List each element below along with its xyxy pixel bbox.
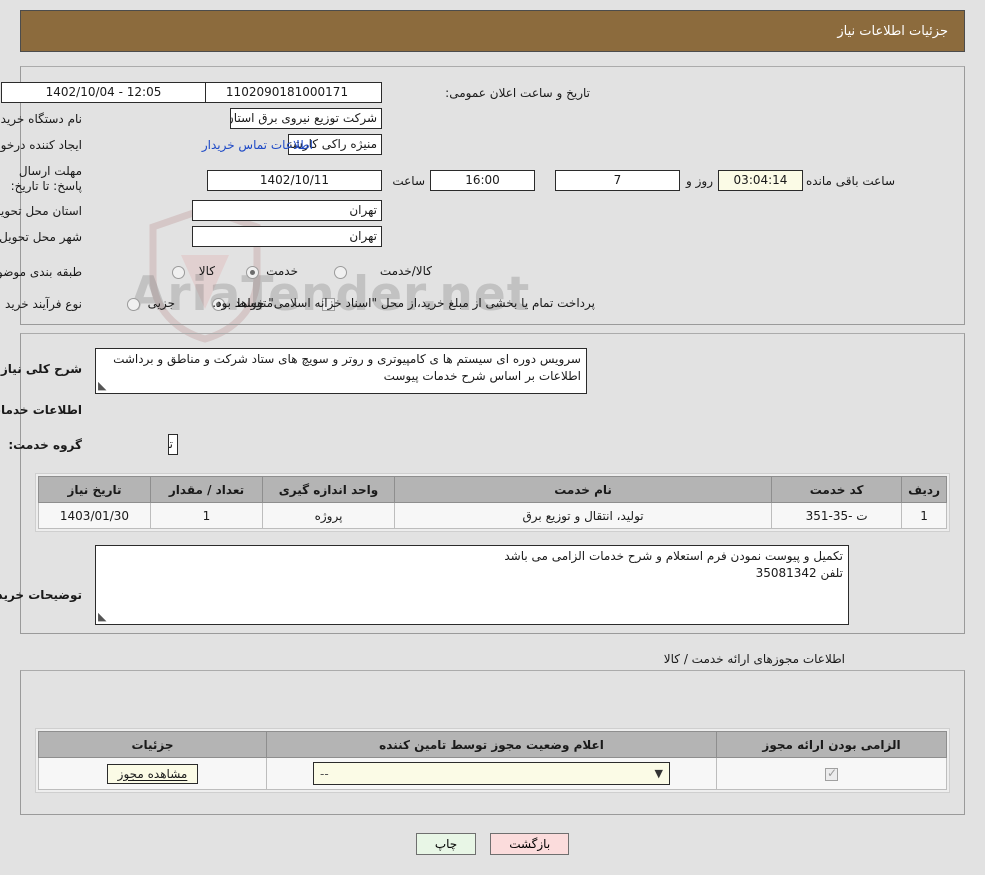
cell-need-date: 1403/01/30	[38, 502, 151, 529]
license-status-select[interactable]: ▼ --	[313, 762, 670, 785]
licenses-section-title: اطلاعات مجوزهای ارائه خدمت / کالا	[663, 652, 845, 666]
licenses-table-wrap: الزامی بودن ارائه مجوز اعلام وضعیت مجوز …	[35, 728, 950, 793]
need-info-panel	[20, 66, 965, 325]
services-table-header-row: ردیف کد خدمت نام خدمت واحد اندازه گیری ت…	[38, 476, 947, 503]
license-required-checkbox[interactable]	[825, 766, 838, 781]
announce-datetime-value: 1402/10/04 - 12:05	[1, 82, 206, 103]
need-number-value: 1102090181000171	[192, 82, 382, 103]
reply-deadline-label: مهلت ارسال پاسخ: تا تاریخ:	[10, 164, 82, 193]
radio-process-jozee[interactable]	[127, 298, 140, 311]
page-title: جزئیات اطلاعات نیاز	[837, 23, 948, 39]
cell-row-no: 1	[901, 502, 947, 529]
radio-category-kala-khedmat[interactable]	[334, 266, 347, 279]
need-summary-label: شرح کلی نیاز:	[0, 362, 82, 376]
th-quantity: تعداد / مقدار	[150, 476, 263, 503]
radio-category-khedmat-label: خدمت	[266, 264, 298, 278]
reply-deadline-hour: 16:00	[430, 170, 535, 191]
cell-unit: پروژه	[262, 502, 395, 529]
buyer-notes-value[interactable]: تکمیل و پیوست نمودن فرم استعلام و شرح خد…	[95, 545, 849, 625]
table-row: 1 ت -35-351 تولید، انتقال و توزیع برق پر…	[38, 502, 947, 529]
need-summary-value[interactable]: سرویس دوره ای سیستم ها ی کامپیوتری و روت…	[95, 348, 587, 394]
radio-category-kala[interactable]	[172, 266, 185, 279]
services-table-wrap: ردیف کد خدمت نام خدمت واحد اندازه گیری ت…	[35, 473, 950, 532]
th-unit: واحد اندازه گیری	[262, 476, 395, 503]
back-button[interactable]: بازگشت	[490, 833, 570, 855]
delivery-province-label: استان محل تحویل:	[0, 204, 82, 218]
reply-deadline-remaining-label: ساعت باقی مانده	[805, 174, 895, 188]
radio-category-kala-label: کالا	[198, 264, 215, 278]
service-group-label: گروه خدمت:	[8, 438, 82, 452]
th-license-details: جزئیات	[38, 731, 267, 758]
purchase-process-label: نوع فرآیند خرید :	[0, 297, 82, 311]
buyer-notes-label: توضیحات خریدار:	[0, 588, 82, 602]
cell-license-required	[716, 757, 947, 790]
th-service-name: نام خدمت	[393, 476, 773, 503]
licenses-table: الزامی بودن ارائه مجوز اعلام وضعیت مجوز …	[38, 731, 947, 790]
reply-deadline-date: 1402/10/11	[207, 170, 382, 191]
reply-deadline-days: 7	[555, 170, 680, 191]
delivery-city-value: تهران	[192, 226, 382, 247]
table-row: ▼ -- مشاهده مجوز	[38, 757, 947, 790]
delivery-province-value: تهران	[192, 200, 382, 221]
subject-category-label: طبقه بندی موضوعی:	[0, 265, 82, 279]
license-status-selected-value: --	[320, 766, 329, 781]
service-group-value: تامین برق، گاز، بخار و تهویه هوا	[168, 434, 178, 455]
buyer-org-label: نام دستگاه خریدار:	[0, 112, 82, 126]
page-root: AriaTender.net جزئیات اطلاعات نیاز شماره…	[0, 0, 985, 875]
th-license-required: الزامی بودن ارائه مجوز	[716, 731, 947, 758]
buyer-contact-link[interactable]: اطلاعات تماس خریدار	[202, 138, 313, 152]
buyer-org-value: شرکت توزیع نیروی برق استان تهران	[230, 108, 382, 129]
th-row-no: ردیف	[901, 476, 947, 503]
cell-quantity: 1	[150, 502, 263, 529]
services-table: ردیف کد خدمت نام خدمت واحد اندازه گیری ت…	[38, 476, 947, 529]
footer-button-row: بازگشت چاپ	[0, 833, 985, 855]
th-license-status: اعلام وضعیت مجوز توسط تامین کننده	[266, 731, 717, 758]
services-section-title: اطلاعات خدمات مورد نیاز	[0, 403, 82, 417]
announce-datetime-label: تاریخ و ساعت اعلان عمومی:	[445, 86, 590, 100]
view-license-button[interactable]: مشاهده مجوز	[106, 763, 199, 784]
resize-grip-need-summary[interactable]: ◢	[98, 379, 106, 392]
licenses-table-header-row: الزامی بودن ارائه مجوز اعلام وضعیت مجوز …	[38, 731, 947, 758]
cell-service-name: تولید، انتقال و توزیع برق	[393, 502, 773, 529]
print-button[interactable]: چاپ	[415, 833, 477, 855]
chevron-down-icon: ▼	[654, 767, 663, 780]
th-need-date: تاریخ نیاز	[38, 476, 151, 503]
radio-process-jozee-label: جزیی	[147, 296, 175, 310]
cell-license-details: مشاهده مجوز	[38, 757, 267, 790]
page-title-banner: جزئیات اطلاعات نیاز	[20, 10, 965, 52]
resize-grip-buyer-notes[interactable]: ◢	[98, 610, 106, 623]
radio-category-khedmat[interactable]	[246, 266, 259, 279]
reply-deadline-days-label: روز و	[686, 174, 713, 188]
reply-deadline-hour-label: ساعت	[392, 174, 425, 188]
th-service-code: کد خدمت	[771, 476, 903, 503]
reply-deadline-remaining: 03:04:14	[718, 170, 803, 191]
cell-license-status: ▼ --	[266, 757, 717, 790]
request-creator-label: ایجاد کننده درخواست:	[0, 138, 82, 152]
radio-category-kala-khedmat-label: کالا/خدمت	[379, 264, 432, 278]
purchase-process-note: پرداخت تمام یا بخشی از مبلغ خرید،از محل …	[212, 296, 595, 310]
delivery-city-label: شهر محل تحویل:	[0, 230, 82, 244]
cell-service-code: ت -35-351	[771, 502, 903, 529]
